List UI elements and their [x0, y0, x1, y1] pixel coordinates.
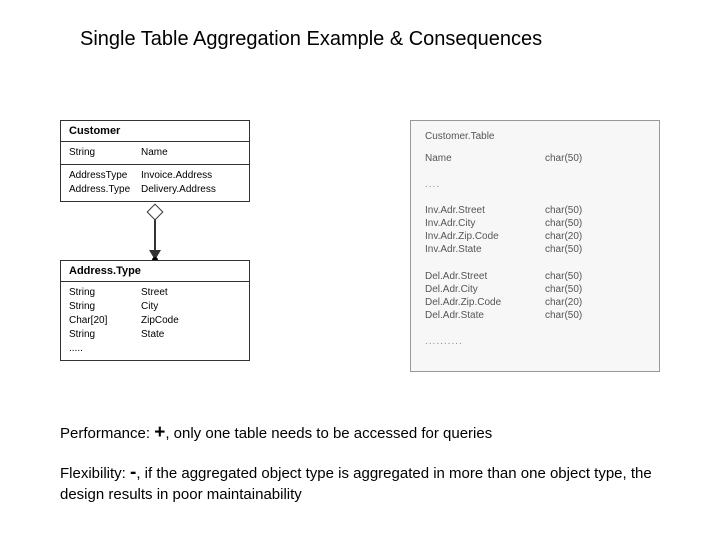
col-name: Inv.Adr.City: [425, 217, 545, 230]
uml-type: AddressType: [69, 169, 141, 183]
uml-row: String State: [69, 328, 241, 342]
uml-row: Char[20] ZipCode: [69, 314, 241, 328]
flexibility-text: , if the aggregated object type is aggre…: [60, 465, 652, 504]
uml-customer-title: Customer: [61, 121, 249, 142]
table-row: Inv.Adr.Street char(50): [425, 204, 645, 217]
col-type: char(50): [545, 283, 645, 296]
uml-row: String Street: [69, 286, 241, 300]
aggregation-diamond-icon: [147, 204, 164, 221]
uml-customer-section2: AddressType Invoice.Address Address.Type…: [61, 165, 249, 201]
col-name: Inv.Adr.Street: [425, 204, 545, 217]
uml-customer-section1: String Name: [61, 142, 249, 165]
table-ellipsis: ....: [425, 179, 645, 190]
uml-type: String: [69, 300, 141, 314]
uml-type: .....: [69, 342, 141, 356]
performance-note: Performance: +, only one table needs to …: [60, 420, 690, 446]
uml-name: Name: [141, 146, 241, 160]
uml-name: Street: [141, 286, 241, 300]
table-row: Inv.Adr.Zip.Code char(20): [425, 230, 645, 243]
uml-ellipsis: .....: [69, 342, 241, 356]
uml-customer-box: Customer String Name AddressType Invoice…: [60, 120, 250, 202]
uml-addresstype-section: String Street String City Char[20] ZipCo…: [61, 282, 249, 360]
performance-text: , only one table needs to be accessed fo…: [165, 425, 492, 442]
uml-row: String City: [69, 300, 241, 314]
performance-label: Performance:: [60, 425, 154, 442]
col-name: Del.Adr.City: [425, 283, 545, 296]
col-type: char(50): [545, 152, 645, 165]
table-row: Del.Adr.State char(50): [425, 309, 645, 322]
uml-name: State: [141, 328, 241, 342]
uml-name: ZipCode: [141, 314, 241, 328]
uml-name: City: [141, 300, 241, 314]
table-row: Name char(50): [425, 152, 645, 165]
uml-addresstype-box: Address.Type String Street String City C…: [60, 260, 250, 361]
flexibility-note: Flexibility: -, if the aggregated object…: [60, 460, 690, 506]
col-name: Del.Adr.Street: [425, 270, 545, 283]
col-type: char(50): [545, 270, 645, 283]
db-table-box: Customer.Table Name char(50) .... Inv.Ad…: [410, 120, 660, 372]
table-ellipsis: ..........: [425, 336, 645, 347]
uml-row: AddressType Invoice.Address: [69, 169, 241, 183]
uml-type: String: [69, 328, 141, 342]
table-row: Inv.Adr.City char(50): [425, 217, 645, 230]
uml-row: Address.Type Delivery.Address: [69, 183, 241, 197]
uml-name: Invoice.Address: [141, 169, 241, 183]
uml-name: Delivery.Address: [141, 183, 241, 197]
plus-icon: +: [154, 422, 165, 443]
slide-title: Single Table Aggregation Example & Conse…: [80, 28, 542, 51]
db-table-title: Customer.Table: [425, 131, 645, 142]
notes-area: Performance: +, only one table needs to …: [60, 420, 690, 520]
col-name: Inv.Adr.Zip.Code: [425, 230, 545, 243]
col-type: char(50): [545, 217, 645, 230]
uml-type: Char[20]: [69, 314, 141, 328]
diagram-area: Customer String Name AddressType Invoice…: [60, 110, 660, 390]
uml-type: Address.Type: [69, 183, 141, 197]
table-row: Del.Adr.City char(50): [425, 283, 645, 296]
col-name: Del.Adr.Zip.Code: [425, 296, 545, 309]
col-type: char(20): [545, 296, 645, 309]
table-row: Del.Adr.Zip.Code char(20): [425, 296, 645, 309]
uml-type: String: [69, 286, 141, 300]
uml-type: String: [69, 146, 141, 160]
flexibility-label: Flexibility:: [60, 465, 130, 482]
uml-addresstype-title: Address.Type: [61, 261, 249, 282]
uml-row: String Name: [69, 146, 241, 160]
table-row: Del.Adr.Street char(50): [425, 270, 645, 283]
col-name: Name: [425, 152, 545, 165]
col-type: char(50): [545, 204, 645, 217]
col-name: Inv.Adr.State: [425, 243, 545, 256]
col-type: char(50): [545, 243, 645, 256]
col-type: char(50): [545, 309, 645, 322]
table-row: Inv.Adr.State char(50): [425, 243, 645, 256]
col-type: char(20): [545, 230, 645, 243]
col-name: Del.Adr.State: [425, 309, 545, 322]
